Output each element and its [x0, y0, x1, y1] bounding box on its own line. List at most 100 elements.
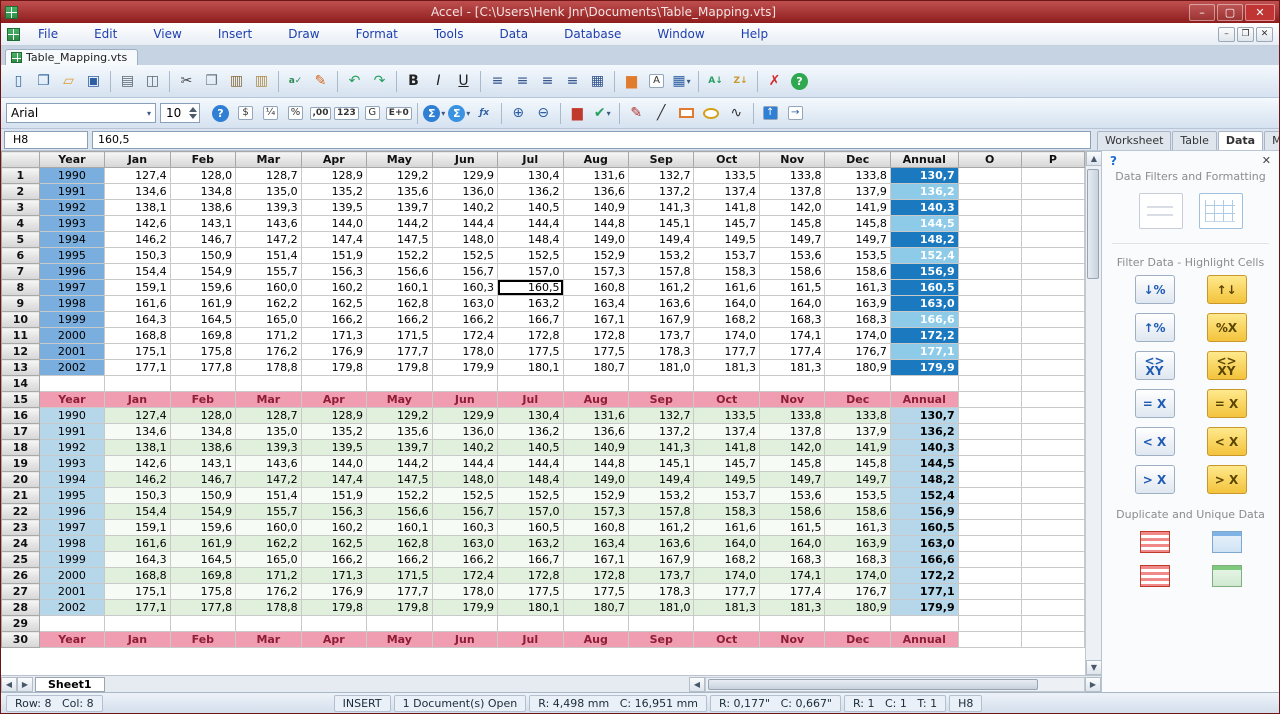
cell-G30[interactable]: Jun: [432, 632, 497, 648]
insert-function-icon[interactable]: ƒx: [472, 101, 497, 126]
cell-M2[interactable]: 137,9: [825, 184, 890, 200]
filter-between-button[interactable]: <> XY: [1135, 351, 1175, 380]
cell-E30[interactable]: Apr: [301, 632, 366, 648]
cell-I30[interactable]: Aug: [563, 632, 628, 648]
cell-A13[interactable]: 2002: [39, 360, 104, 376]
cell-D8[interactable]: 160,0: [236, 280, 301, 296]
cell-G10[interactable]: 166,2: [432, 312, 497, 328]
cell-P26[interactable]: [1021, 568, 1084, 584]
text-box-icon[interactable]: A: [644, 69, 669, 94]
cell-I25[interactable]: 167,1: [563, 552, 628, 568]
cell-A4[interactable]: 1993: [39, 216, 104, 232]
cell-M16[interactable]: 133,8: [825, 408, 890, 424]
fraction-format-icon[interactable]: ¼: [258, 101, 283, 126]
insert-table-icon[interactable]: ▦▾: [669, 69, 694, 94]
cell-J14[interactable]: [629, 376, 694, 392]
cell-N3[interactable]: 140,3: [890, 200, 958, 216]
new-from-template-icon[interactable]: ❐: [31, 69, 56, 94]
cell-A8[interactable]: 1997: [39, 280, 104, 296]
row-header-2[interactable]: 2: [2, 184, 40, 200]
vertical-scroll-thumb[interactable]: [1087, 169, 1099, 279]
cell-A18[interactable]: 1992: [39, 440, 104, 456]
cell-E6[interactable]: 151,9: [301, 248, 366, 264]
cell-H23[interactable]: 160,5: [498, 520, 563, 536]
cell-P1[interactable]: [1021, 168, 1084, 184]
cell-L3[interactable]: 142,0: [759, 200, 824, 216]
autosum-icon[interactable]: Σ▾: [422, 101, 447, 126]
cell-M5[interactable]: 149,7: [825, 232, 890, 248]
panel-tab-table[interactable]: Table: [1172, 131, 1216, 150]
cell-P15[interactable]: [1021, 392, 1084, 408]
cell-J23[interactable]: 161,2: [629, 520, 694, 536]
cell-F19[interactable]: 144,2: [367, 456, 432, 472]
insert-object-icon[interactable]: ↑: [758, 101, 783, 126]
cell-B26[interactable]: 168,8: [105, 568, 170, 584]
cell-F4[interactable]: 144,2: [367, 216, 432, 232]
cell-N4[interactable]: 144,5: [890, 216, 958, 232]
cell-N24[interactable]: 163,0: [890, 536, 958, 552]
cell-D7[interactable]: 155,7: [236, 264, 301, 280]
cell-L27[interactable]: 177,4: [759, 584, 824, 600]
cell-K4[interactable]: 145,7: [694, 216, 759, 232]
cell-B2[interactable]: 134,6: [105, 184, 170, 200]
cell-I12[interactable]: 177,5: [563, 344, 628, 360]
cell-N17[interactable]: 136,2: [890, 424, 958, 440]
cell-H24[interactable]: 163,2: [498, 536, 563, 552]
minimize-button[interactable]: –: [1189, 4, 1215, 21]
cell-J4[interactable]: 145,1: [629, 216, 694, 232]
menu-item-window[interactable]: Window: [639, 25, 722, 43]
align-right-icon[interactable]: ≡: [535, 69, 560, 94]
cell-G6[interactable]: 152,5: [432, 248, 497, 264]
cell-H26[interactable]: 172,8: [498, 568, 563, 584]
cell-H29[interactable]: [498, 616, 563, 632]
cell-I14[interactable]: [563, 376, 628, 392]
cell-M18[interactable]: 141,9: [825, 440, 890, 456]
cell-O4[interactable]: [958, 216, 1021, 232]
cell-E19[interactable]: 144,0: [301, 456, 366, 472]
cell-L4[interactable]: 145,8: [759, 216, 824, 232]
cell-D21[interactable]: 151,4: [236, 488, 301, 504]
cell-F10[interactable]: 166,2: [367, 312, 432, 328]
copy-icon[interactable]: ❐: [199, 69, 224, 94]
cell-O22[interactable]: [958, 504, 1021, 520]
menu-item-format[interactable]: Format: [338, 25, 416, 43]
cell-K30[interactable]: Oct: [694, 632, 759, 648]
cell-H9[interactable]: 163,2: [498, 296, 563, 312]
cell-F14[interactable]: [367, 376, 432, 392]
document-close-button[interactable]: ✕: [1256, 27, 1273, 42]
cell-K26[interactable]: 174,0: [694, 568, 759, 584]
cell-F3[interactable]: 139,7: [367, 200, 432, 216]
cell-I19[interactable]: 144,8: [563, 456, 628, 472]
cell-D15[interactable]: Mar: [236, 392, 301, 408]
cell-O10[interactable]: [958, 312, 1021, 328]
cell-J9[interactable]: 163,6: [629, 296, 694, 312]
cell-I9[interactable]: 163,4: [563, 296, 628, 312]
cell-F25[interactable]: 166,2: [367, 552, 432, 568]
cell-A25[interactable]: 1999: [39, 552, 104, 568]
cell-L10[interactable]: 168,3: [759, 312, 824, 328]
cell-N19[interactable]: 144,5: [890, 456, 958, 472]
cell-D11[interactable]: 171,2: [236, 328, 301, 344]
cell-O19[interactable]: [958, 456, 1021, 472]
cell-N6[interactable]: 152,4: [890, 248, 958, 264]
cell-E3[interactable]: 139,5: [301, 200, 366, 216]
cell-I7[interactable]: 157,3: [563, 264, 628, 280]
row-header-21[interactable]: 21: [2, 488, 40, 504]
cell-J25[interactable]: 167,9: [629, 552, 694, 568]
cell-I15[interactable]: Aug: [563, 392, 628, 408]
cell-L24[interactable]: 164,0: [759, 536, 824, 552]
cell-O1[interactable]: [958, 168, 1021, 184]
cell-C26[interactable]: 169,8: [170, 568, 235, 584]
cell-D3[interactable]: 139,3: [236, 200, 301, 216]
cell-F13[interactable]: 179,8: [367, 360, 432, 376]
print-preview-icon[interactable]: ◫: [140, 69, 165, 94]
rectangle-tool-icon[interactable]: [674, 101, 699, 126]
cell-A28[interactable]: 2002: [39, 600, 104, 616]
cell-O11[interactable]: [958, 328, 1021, 344]
column-header-o[interactable]: O: [958, 152, 1021, 168]
highlight-between-button[interactable]: <> XY: [1207, 351, 1247, 380]
cell-G14[interactable]: [432, 376, 497, 392]
filter-bottom-percent-button[interactable]: ↑%: [1135, 313, 1175, 342]
cell-D29[interactable]: [236, 616, 301, 632]
cell-E25[interactable]: 166,2: [301, 552, 366, 568]
